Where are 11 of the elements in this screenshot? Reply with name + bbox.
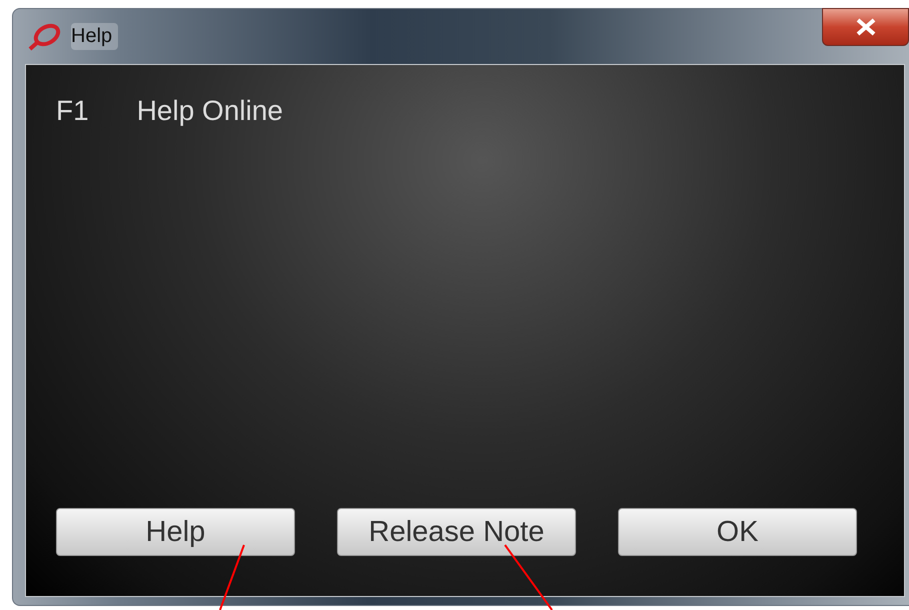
shortcut-label: Help Online: [136, 95, 283, 127]
shortcut-key: F1: [56, 95, 89, 127]
app-logo-icon: [27, 22, 63, 50]
close-button[interactable]: [822, 8, 909, 46]
window-title: Help: [71, 23, 118, 50]
dialog-button[interactable]: OK: [618, 508, 857, 556]
dialog-button[interactable]: Release Note: [337, 508, 576, 556]
close-icon: [854, 18, 876, 36]
leader-line: [219, 544, 245, 610]
dialog-button[interactable]: Help: [56, 508, 295, 556]
leader-line: [504, 544, 553, 610]
